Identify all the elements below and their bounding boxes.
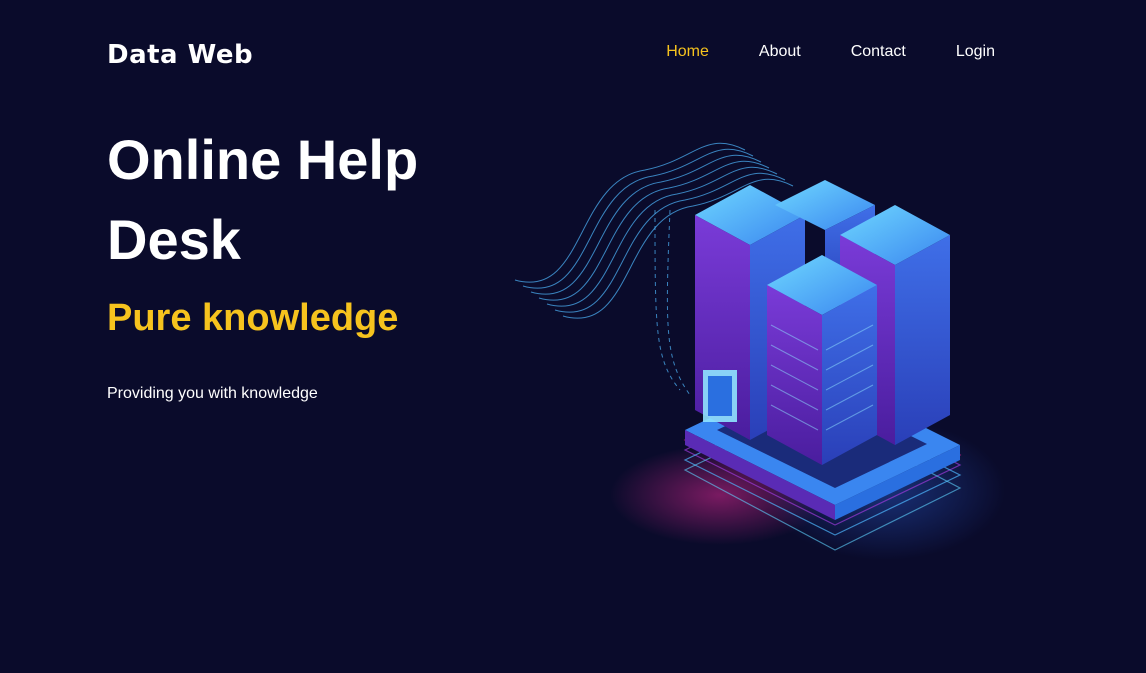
- hero-subtitle: Pure knowledge: [107, 297, 399, 339]
- server-datacenter-icon: [505, 110, 1040, 595]
- nav-link-about[interactable]: About: [759, 43, 801, 61]
- site-logo[interactable]: Data Web: [107, 40, 253, 70]
- nav-link-login[interactable]: Login: [956, 43, 995, 61]
- nav-link-contact[interactable]: Contact: [851, 43, 906, 61]
- landing-page: Data Web Home About Contact Login Online…: [0, 0, 1146, 673]
- main-nav: Home About Contact Login: [666, 43, 995, 61]
- hero-description: Providing you with knowledge: [107, 385, 318, 402]
- nav-link-home[interactable]: Home: [666, 43, 709, 61]
- hero-title: Online Help Desk: [107, 128, 419, 271]
